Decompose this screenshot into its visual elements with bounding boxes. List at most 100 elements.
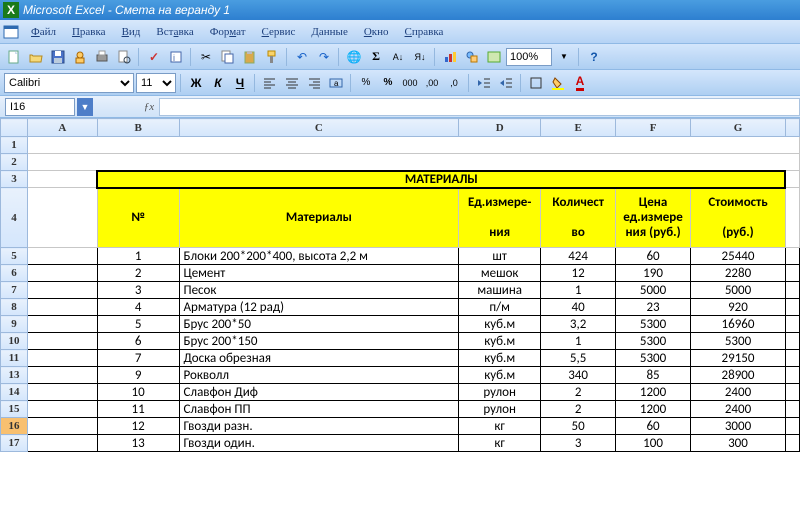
thousands-icon[interactable]: 000 (400, 73, 420, 93)
name-box[interactable]: I16 (5, 98, 75, 116)
formula-bar[interactable] (159, 98, 800, 116)
paste-icon[interactable] (240, 47, 260, 67)
file-icon[interactable] (2, 24, 20, 40)
menu-edit[interactable]: Правка (64, 23, 114, 41)
row-hdr[interactable]: 14 (1, 384, 28, 401)
zoom-box[interactable]: 100% (506, 48, 552, 66)
row-hdr[interactable]: 2 (1, 154, 28, 171)
cell-price[interactable]: 1200 (616, 401, 691, 418)
cell-price[interactable]: 5300 (616, 316, 691, 333)
cell-unit[interactable]: куб.м (459, 316, 541, 333)
cell[interactable] (785, 299, 799, 316)
dec-decimal-icon[interactable]: ,0 (444, 73, 464, 93)
inc-decimal-icon[interactable]: ,00 (422, 73, 442, 93)
cell-cost[interactable]: 29150 (691, 350, 786, 367)
menu-help[interactable]: Справка (397, 23, 452, 41)
cell[interactable] (785, 316, 799, 333)
cell[interactable] (27, 350, 97, 367)
row-hdr[interactable]: 9 (1, 316, 28, 333)
cell[interactable] (785, 282, 799, 299)
cell[interactable] (27, 384, 97, 401)
cell-qty[interactable]: 1 (541, 282, 616, 299)
cell-price[interactable]: 85 (616, 367, 691, 384)
merge-icon[interactable]: a (326, 73, 346, 93)
currency-icon[interactable]: % (356, 73, 376, 93)
cell-unit[interactable]: куб.м (459, 350, 541, 367)
align-center-icon[interactable] (282, 73, 302, 93)
font-size-select[interactable]: 11 (136, 73, 176, 93)
cell-unit[interactable]: рулон (459, 401, 541, 418)
sort-desc-icon[interactable]: Я↓ (410, 47, 430, 67)
cell-qty[interactable]: 1 (541, 333, 616, 350)
cell[interactable] (27, 367, 97, 384)
research-icon[interactable]: i (166, 47, 186, 67)
cell[interactable] (27, 137, 799, 154)
section-title[interactable]: МАТЕРИАЛЫ (97, 171, 785, 188)
cell-qty[interactable]: 3 (541, 435, 616, 452)
cell-cost[interactable]: 2400 (691, 401, 786, 418)
cell-name[interactable]: Цемент (179, 265, 459, 282)
save-icon[interactable] (48, 47, 68, 67)
cell-price[interactable]: 60 (616, 418, 691, 435)
align-left-icon[interactable] (260, 73, 280, 93)
cell-name[interactable]: Рокволл (179, 367, 459, 384)
cell[interactable] (27, 282, 97, 299)
menu-format[interactable]: Формат (202, 23, 254, 41)
row-hdr[interactable]: 17 (1, 435, 28, 452)
inc-indent-icon[interactable] (496, 73, 516, 93)
col-hdr-f[interactable]: F (616, 119, 691, 137)
fx-icon[interactable]: ƒx (141, 99, 157, 115)
cell[interactable] (785, 333, 799, 350)
cell[interactable] (27, 418, 97, 435)
cell-price[interactable]: 1200 (616, 384, 691, 401)
font-name-select[interactable]: Calibri (4, 73, 134, 93)
cell-num[interactable]: 6 (97, 333, 179, 350)
menu-data[interactable]: Данные (303, 23, 355, 41)
cell-unit[interactable]: машина (459, 282, 541, 299)
new-icon[interactable] (4, 47, 24, 67)
menu-tools[interactable]: Сервис (254, 23, 304, 41)
cell[interactable] (785, 367, 799, 384)
row-hdr[interactable]: 3 (1, 171, 28, 188)
cell[interactable] (785, 435, 799, 452)
align-right-icon[interactable] (304, 73, 324, 93)
help-icon[interactable]: ? (584, 47, 604, 67)
chart-icon[interactable] (440, 47, 460, 67)
hdr-cost[interactable]: Стоимость(руб.) (691, 188, 786, 248)
open-icon[interactable] (26, 47, 46, 67)
cell-price[interactable]: 23 (616, 299, 691, 316)
spreadsheet[interactable]: A B C D E F G 1 2 3 МАТЕРИАЛЫ 4 № Матери… (0, 118, 800, 452)
sort-asc-icon[interactable]: A↓ (388, 47, 408, 67)
cell-name[interactable]: Брус 200*150 (179, 333, 459, 350)
cell-cost[interactable]: 28900 (691, 367, 786, 384)
col-hdr-next[interactable] (785, 119, 799, 137)
cell-name[interactable]: Доска обрезная (179, 350, 459, 367)
copy-icon[interactable] (218, 47, 238, 67)
hdr-mat[interactable]: Материалы (179, 188, 459, 248)
zoom-dd-icon[interactable]: ▼ (554, 47, 574, 67)
cell[interactable] (785, 418, 799, 435)
underline-button[interactable]: Ч (230, 73, 250, 93)
italic-button[interactable]: К (208, 73, 228, 93)
format-painter-icon[interactable] (262, 47, 282, 67)
row-hdr[interactable]: 5 (1, 248, 28, 265)
cell-num[interactable]: 3 (97, 282, 179, 299)
cell[interactable] (27, 299, 97, 316)
cell-qty[interactable]: 340 (541, 367, 616, 384)
cell[interactable] (27, 248, 97, 265)
row-hdr[interactable]: 10 (1, 333, 28, 350)
borders-icon[interactable] (526, 73, 546, 93)
row-hdr[interactable]: 6 (1, 265, 28, 282)
cell-unit[interactable]: п/м (459, 299, 541, 316)
font-color-icon[interactable]: A (570, 73, 590, 93)
cell-price[interactable]: 5300 (616, 333, 691, 350)
cell[interactable] (785, 248, 799, 265)
fill-color-icon[interactable] (548, 73, 568, 93)
cell-name[interactable]: Славфон ПП (179, 401, 459, 418)
cell-cost[interactable]: 920 (691, 299, 786, 316)
row-hdr[interactable]: 1 (1, 137, 28, 154)
cell[interactable] (27, 188, 97, 248)
cell-unit[interactable]: куб.м (459, 367, 541, 384)
print-icon[interactable] (92, 47, 112, 67)
cell-num[interactable]: 10 (97, 384, 179, 401)
